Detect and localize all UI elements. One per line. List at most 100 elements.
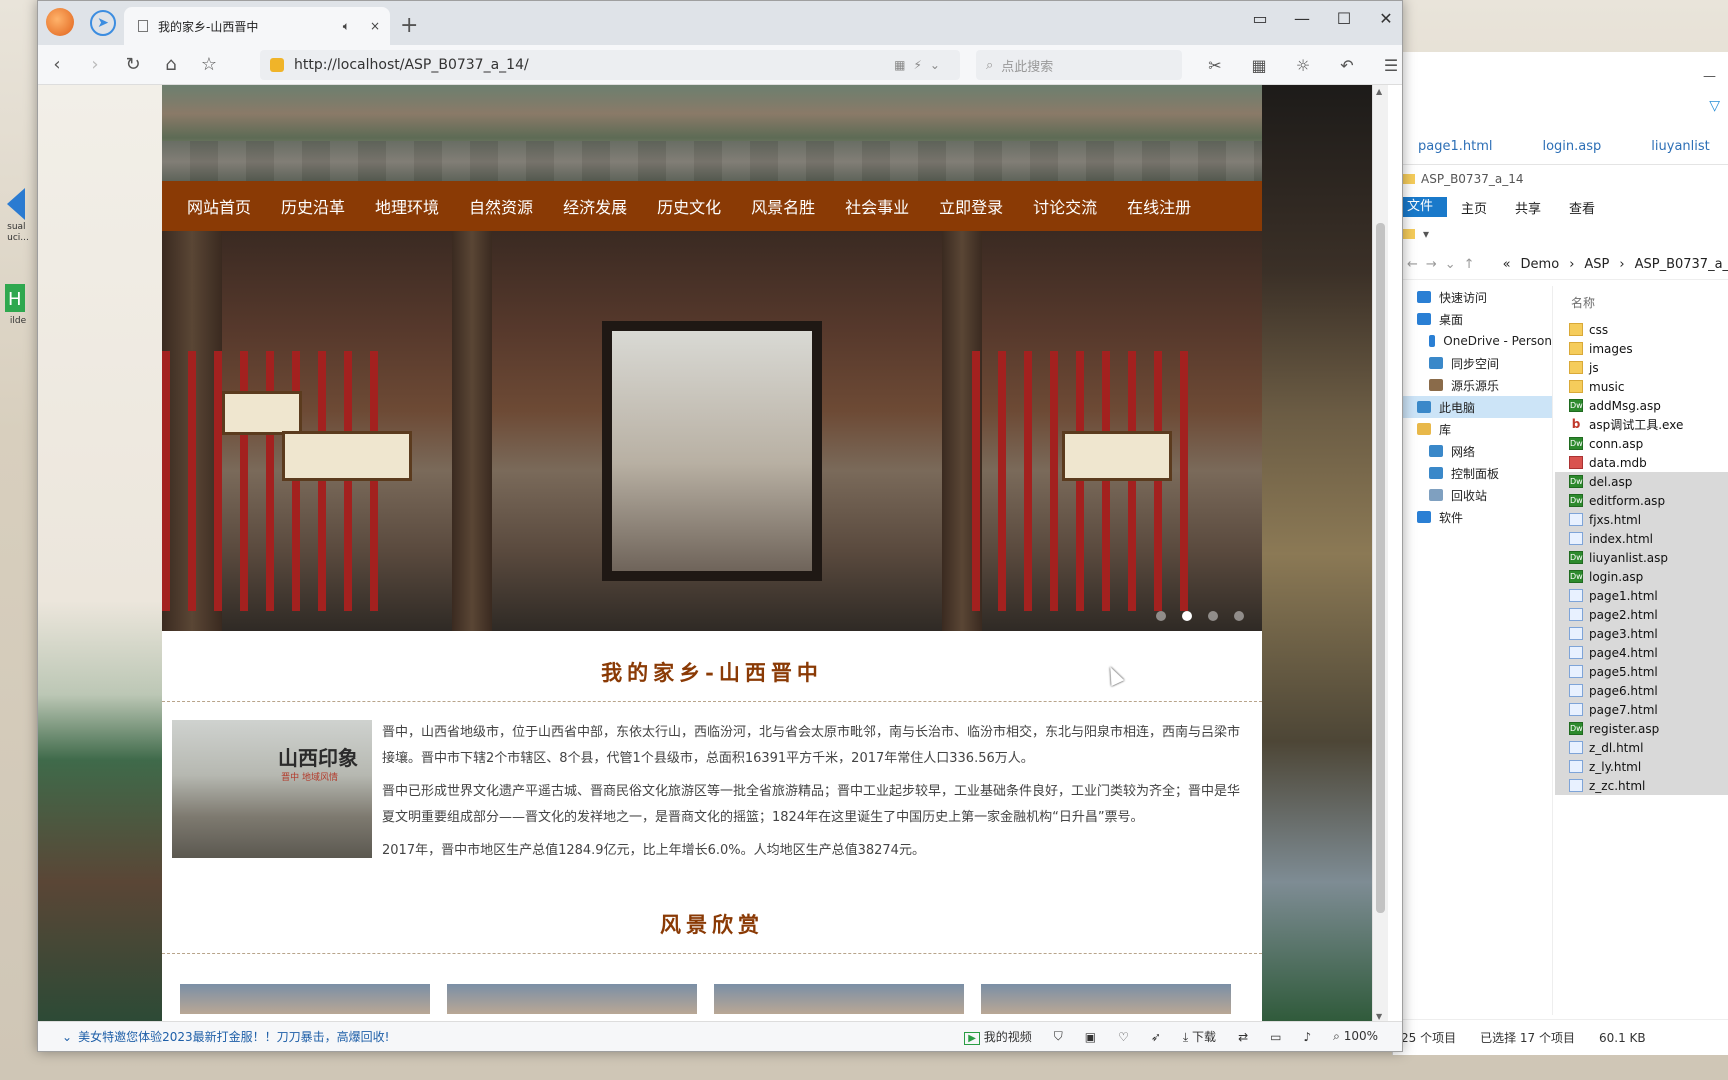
- editor-tab[interactable]: page1.html: [1393, 139, 1517, 154]
- forward-icon[interactable]: ›: [76, 54, 114, 75]
- nav-link[interactable]: 历史文化: [642, 194, 736, 218]
- navigation-arrows-icon[interactable]: ←→⌄↑: [1407, 257, 1483, 272]
- skin-icon[interactable]: ▭: [1250, 9, 1270, 28]
- file-row[interactable]: images: [1555, 339, 1728, 358]
- breadcrumb-item[interactable]: «: [1503, 257, 1511, 272]
- heart-icon[interactable]: ♡: [1118, 1030, 1129, 1044]
- scroll-up-icon[interactable]: ▲: [1376, 87, 1382, 96]
- file-row[interactable]: Dw addMsg.asp: [1555, 396, 1728, 415]
- minimize-icon[interactable]: —: [1292, 9, 1312, 28]
- file-row[interactable]: page1.html: [1555, 586, 1728, 605]
- ribbon-tab-home[interactable]: 主页: [1447, 198, 1501, 217]
- file-row[interactable]: z_zc.html: [1555, 776, 1728, 795]
- file-row[interactable]: Dw conn.asp: [1555, 434, 1728, 453]
- nav-link[interactable]: 讨论交流: [1018, 194, 1112, 218]
- scissors-icon[interactable]: ✂: [1196, 56, 1234, 75]
- navigation-compass-icon[interactable]: ➤: [90, 10, 116, 36]
- nav-link[interactable]: 历史沿革: [266, 194, 360, 218]
- file-row[interactable]: page2.html: [1555, 605, 1728, 624]
- slider-dot[interactable]: [1156, 611, 1166, 621]
- nav-link[interactable]: 经济发展: [548, 194, 642, 218]
- nav-pane-item[interactable]: 此电脑: [1393, 396, 1552, 418]
- site-info-icon[interactable]: [270, 58, 284, 72]
- refresh-icon[interactable]: ↻: [114, 54, 152, 75]
- slider-dot[interactable]: [1234, 611, 1244, 621]
- bookmark-star-icon[interactable]: ☆: [190, 54, 228, 75]
- nav-pane-item[interactable]: 控制面板: [1393, 462, 1552, 484]
- my-video-button[interactable]: ▶ 我的视频: [964, 1028, 1032, 1045]
- folder-icon[interactable]: [1403, 229, 1415, 239]
- nav-pane-item[interactable]: OneDrive - Person: [1393, 330, 1552, 352]
- ad-text[interactable]: 美女特邀您体验2023最新打金服！！刀刀暴击，高爆回收!: [78, 1028, 389, 1045]
- file-row[interactable]: page7.html: [1555, 700, 1728, 719]
- gallery-image[interactable]: [981, 984, 1231, 1014]
- home-icon[interactable]: ⌂: [152, 54, 190, 75]
- breadcrumb-item[interactable]: Demo: [1521, 257, 1560, 272]
- column-header-name[interactable]: 名称: [1555, 286, 1728, 320]
- dropdown-arrow-icon[interactable]: ▾: [1423, 227, 1429, 241]
- desktop-shortcut-visual-studio[interactable]: sual uci...: [0, 186, 36, 244]
- file-row[interactable]: Dw del.asp: [1555, 472, 1728, 491]
- file-row[interactable]: Dw editform.asp: [1555, 491, 1728, 510]
- file-row[interactable]: music: [1555, 377, 1728, 396]
- brightness-icon[interactable]: ☼: [1284, 56, 1322, 75]
- gallery-image[interactable]: [180, 984, 430, 1014]
- file-row[interactable]: css: [1555, 320, 1728, 339]
- file-row[interactable]: js: [1555, 358, 1728, 377]
- gallery-image[interactable]: [447, 984, 697, 1014]
- nav-link[interactable]: 自然资源: [454, 194, 548, 218]
- file-row[interactable]: b asp调试工具.exe: [1555, 415, 1728, 434]
- gallery-image[interactable]: [714, 984, 964, 1014]
- editor-tab[interactable]: liuyanlist: [1626, 139, 1728, 154]
- nav-pane-item[interactable]: 快速访问: [1393, 286, 1552, 308]
- nav-pane-item[interactable]: 同步空间: [1393, 352, 1552, 374]
- back-icon[interactable]: ‹: [38, 54, 76, 75]
- file-row[interactable]: Dw liuyanlist.asp: [1555, 548, 1728, 567]
- browser-logo-icon[interactable]: [46, 8, 74, 36]
- nav-pane-item[interactable]: 库: [1393, 418, 1552, 440]
- nav-pane-item[interactable]: 源乐源乐: [1393, 374, 1552, 396]
- image-icon[interactable]: ▣: [1085, 1030, 1096, 1044]
- screen-icon[interactable]: ▭: [1270, 1030, 1281, 1044]
- file-row[interactable]: Dw register.asp: [1555, 719, 1728, 738]
- rocket-icon[interactable]: ➶: [1151, 1030, 1161, 1044]
- editor-tab[interactable]: login.asp: [1517, 139, 1626, 154]
- address-bar[interactable]: http://localhost/ASP_B0737_a_14/ ▦⚡⌄: [260, 50, 960, 80]
- search-box[interactable]: ⌕ 点此搜索: [976, 50, 1182, 80]
- address-extensions-icon[interactable]: ▦⚡⌄: [894, 58, 948, 72]
- close-tab-icon[interactable]: ×: [370, 19, 380, 33]
- maximize-icon[interactable]: ☐: [1334, 9, 1354, 28]
- breadcrumb-item[interactable]: ASP: [1584, 257, 1609, 272]
- scrollbar-thumb[interactable]: [1376, 223, 1385, 913]
- file-row[interactable]: page6.html: [1555, 681, 1728, 700]
- download-button[interactable]: ⤓ 下载: [1183, 1028, 1216, 1045]
- file-row[interactable]: page3.html: [1555, 624, 1728, 643]
- scroll-down-icon[interactable]: ▼: [1376, 1012, 1382, 1021]
- file-row[interactable]: index.html: [1555, 529, 1728, 548]
- new-tab-button[interactable]: +: [400, 13, 418, 38]
- nav-link[interactable]: 立即登录: [924, 194, 1018, 218]
- url-text[interactable]: http://localhost/ASP_B0737_a_14/: [294, 57, 884, 73]
- desktop-shortcut-app[interactable]: H ilde: [0, 280, 36, 326]
- slider-dot[interactable]: [1208, 611, 1218, 621]
- nav-pane-item[interactable]: 网络: [1393, 440, 1552, 462]
- slider-dot[interactable]: [1182, 611, 1192, 621]
- file-row[interactable]: z_dl.html: [1555, 738, 1728, 757]
- nav-link[interactable]: 网站首页: [172, 194, 266, 218]
- browser-tab[interactable]: 我的家乡-山西晋中 🔈︎ ×: [124, 7, 390, 45]
- page-scrollbar[interactable]: ▲ ▼: [1372, 85, 1388, 1023]
- shield-icon[interactable]: ⛉: [1054, 1029, 1063, 1044]
- ribbon-tab-view[interactable]: 查看: [1555, 198, 1609, 217]
- nav-link[interactable]: 风景名胜: [736, 194, 830, 218]
- apps-grid-icon[interactable]: ▦: [1240, 56, 1278, 75]
- file-row[interactable]: z_ly.html: [1555, 757, 1728, 776]
- zoom-level[interactable]: ⌕ 100%: [1333, 1029, 1378, 1044]
- file-row[interactable]: page5.html: [1555, 662, 1728, 681]
- file-row[interactable]: fjxs.html: [1555, 510, 1728, 529]
- status-ad[interactable]: ⌄ 美女特邀您体验2023最新打金服！！刀刀暴击，高爆回收!: [62, 1028, 389, 1045]
- translate-icon[interactable]: ⇄: [1238, 1030, 1248, 1044]
- menu-icon[interactable]: ☰: [1372, 56, 1402, 75]
- address-bar[interactable]: ←→⌄↑ « Demo › ASP › ASP_B0737_a_1: [1393, 250, 1728, 280]
- nav-pane-item[interactable]: 桌面: [1393, 308, 1552, 330]
- undo-icon[interactable]: ↶: [1328, 56, 1366, 75]
